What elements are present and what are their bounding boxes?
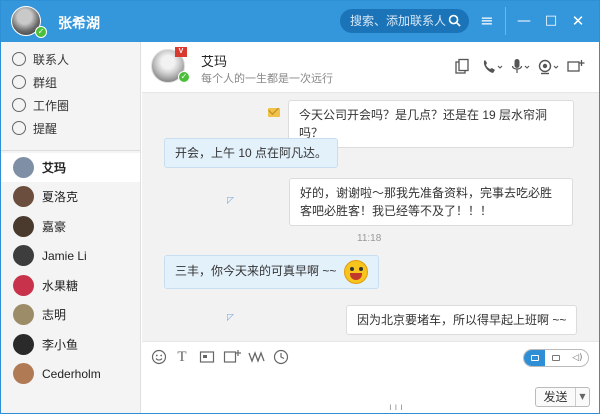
message-time: 11:18 — [357, 233, 382, 244]
sent-status-icon: ◸ — [227, 313, 234, 323]
voice-mode-icon: ◁) — [572, 353, 583, 363]
search-icon[interactable] — [448, 14, 461, 27]
nav-item-groups[interactable]: 群组 — [12, 72, 57, 92]
phone-call-icon[interactable] — [481, 58, 503, 76]
nav-label: 工作圈 — [33, 98, 70, 113]
nav-item-contacts[interactable]: 联系人 — [12, 49, 69, 69]
contact-name: 李小鱼 — [42, 338, 79, 352]
sidebar: 联系人 群组 工作圈 提醒 艾玛 夏洛克 嘉豪 Jamie Li 水果糖 志明 … — [1, 42, 141, 413]
contact-name: 夏洛克 — [42, 190, 79, 204]
text-mode-button[interactable] — [524, 350, 546, 366]
avatar — [13, 363, 34, 384]
message-text: 好的，谢谢啦～那我先准备资料，完事去吃必胜客吧必胜客！我已经等不及了！！！ — [300, 186, 553, 218]
nav-item-reminder[interactable]: 提醒 — [12, 118, 57, 138]
reminder-icon — [12, 121, 26, 135]
input-mode-switch: ◁) — [523, 349, 589, 367]
contact-item-cederholm[interactable]: Cederholm — [1, 359, 140, 388]
input-toolbar: T ◁) — [142, 341, 599, 371]
contact-name: 艾玛 — [42, 161, 67, 175]
video-mode-icon — [551, 355, 560, 361]
contact-item-jiahao[interactable]: 嘉豪 — [1, 212, 140, 241]
contact-name: 水果糖 — [42, 279, 79, 293]
nav-label: 联系人 — [33, 52, 70, 67]
menu-icon[interactable]: ≡ — [476, 10, 498, 32]
text-mode-icon — [530, 355, 539, 361]
workcircle-icon — [12, 98, 26, 112]
nav-label: 群组 — [33, 75, 58, 90]
message-text: 开会，上午 10 点在阿凡达。 — [175, 146, 328, 160]
message-text: 今天公司开会吗？是几点？还是在 19 层水帘洞吗？ — [299, 108, 548, 140]
message-bubble[interactable]: 三丰，你今天来的可真早啊 ~~ — [164, 255, 379, 289]
peer-signature: 每个人的一生都是一次远行 — [201, 73, 333, 85]
search-placeholder: 搜索、添加联系人 — [350, 14, 447, 28]
sidebar-divider — [1, 150, 141, 151]
send-label: 发送 — [543, 390, 568, 404]
peer-name: 艾玛 — [201, 54, 228, 69]
minimize-icon[interactable]: — — [513, 10, 535, 32]
contact-item-lixiaoyu[interactable]: 李小鱼 — [1, 330, 140, 359]
avatar — [13, 275, 34, 296]
contact-name: 志明 — [42, 308, 67, 322]
nav-item-workcircle[interactable]: 工作圈 — [12, 95, 69, 115]
maximize-icon[interactable]: □ — [540, 10, 562, 32]
files-icon[interactable] — [455, 58, 469, 76]
message-bubble[interactable]: 因为北京要堵车，所以得早起上班啊 ~~ — [346, 305, 578, 335]
contact-item-sherlock[interactable]: 夏洛克 — [1, 182, 140, 211]
close-icon[interactable]: ✕ — [567, 10, 589, 32]
image-icon[interactable] — [199, 349, 215, 365]
avatar — [13, 186, 34, 207]
vip-badge-icon: V — [175, 47, 187, 57]
titlebar-divider — [505, 7, 506, 35]
camera-icon[interactable] — [538, 58, 560, 76]
nav-label: 提醒 — [33, 121, 58, 136]
avatar — [13, 216, 34, 237]
avatar — [13, 245, 34, 266]
avatar — [13, 334, 34, 355]
self-name: 张希湖 — [58, 15, 100, 31]
chat-header: V ✓ 艾玛 每个人的一生都是一次远行 — [142, 42, 599, 93]
contacts-icon — [12, 52, 26, 66]
group-icon — [12, 75, 26, 89]
search-input[interactable]: 搜索、添加联系人 — [340, 9, 469, 33]
contact-item-ai-ma[interactable]: 艾玛 — [1, 153, 140, 182]
screenshot-icon[interactable] — [223, 349, 241, 365]
contact-item-jamie-li[interactable]: Jamie Li — [1, 241, 140, 270]
microphone-icon[interactable] — [511, 58, 531, 76]
emoji-icon[interactable] — [151, 349, 167, 365]
contact-item-zhiming[interactable]: 志明 — [1, 300, 140, 329]
message-bubble[interactable]: 开会，上午 10 点在阿凡达。 — [164, 138, 339, 168]
laughing-emoji-icon — [343, 260, 368, 284]
video-mode-button[interactable] — [545, 350, 566, 366]
mail-icon — [268, 108, 280, 117]
text-format-icon[interactable]: T — [174, 349, 190, 365]
add-member-icon[interactable] — [567, 58, 585, 76]
message-text: 因为北京要堵车，所以得早起上班啊 ~~ — [357, 313, 567, 327]
shake-icon[interactable] — [248, 349, 266, 365]
message-input[interactable]: ı ı ı 发送 ▼ — [142, 371, 599, 413]
message-text: 三丰，你今天来的可真早啊 ~~ — [175, 264, 337, 279]
message-bubble[interactable]: 好的，谢谢啦～那我先准备资料，完事去吃必胜客吧必胜客！我已经等不及了！！！ — [289, 178, 573, 226]
voice-mode-button[interactable]: ◁) — [567, 350, 588, 366]
text-cursor-icon: ı ı ı — [389, 402, 403, 413]
contact-name: Jamie Li — [42, 248, 87, 263]
send-options-icon[interactable]: ▼ — [575, 388, 589, 406]
history-icon[interactable] — [273, 349, 289, 365]
chat-window: ✓ 张希湖 搜索、添加联系人 ≡ — □ ✕ 联系人 群组 工作圈 提醒 艾玛 … — [0, 0, 600, 414]
send-button[interactable]: 发送 ▼ — [535, 387, 590, 407]
contact-item-shuiguotang[interactable]: 水果糖 — [1, 271, 140, 300]
online-status-icon: ✓ — [35, 26, 47, 38]
sent-status-icon: ◸ — [227, 196, 234, 206]
contact-name: 嘉豪 — [42, 220, 67, 234]
avatar — [13, 304, 34, 325]
contact-name: Cederholm — [42, 366, 101, 381]
online-status-icon: ✓ — [178, 71, 190, 83]
avatar — [13, 157, 34, 178]
message-list: 今天公司开会吗？是几点？还是在 19 层水帘洞吗？ 开会，上午 10 点在阿凡达… — [142, 93, 599, 341]
title-bar: ✓ 张希湖 搜索、添加联系人 ≡ — □ ✕ — [1, 1, 599, 42]
